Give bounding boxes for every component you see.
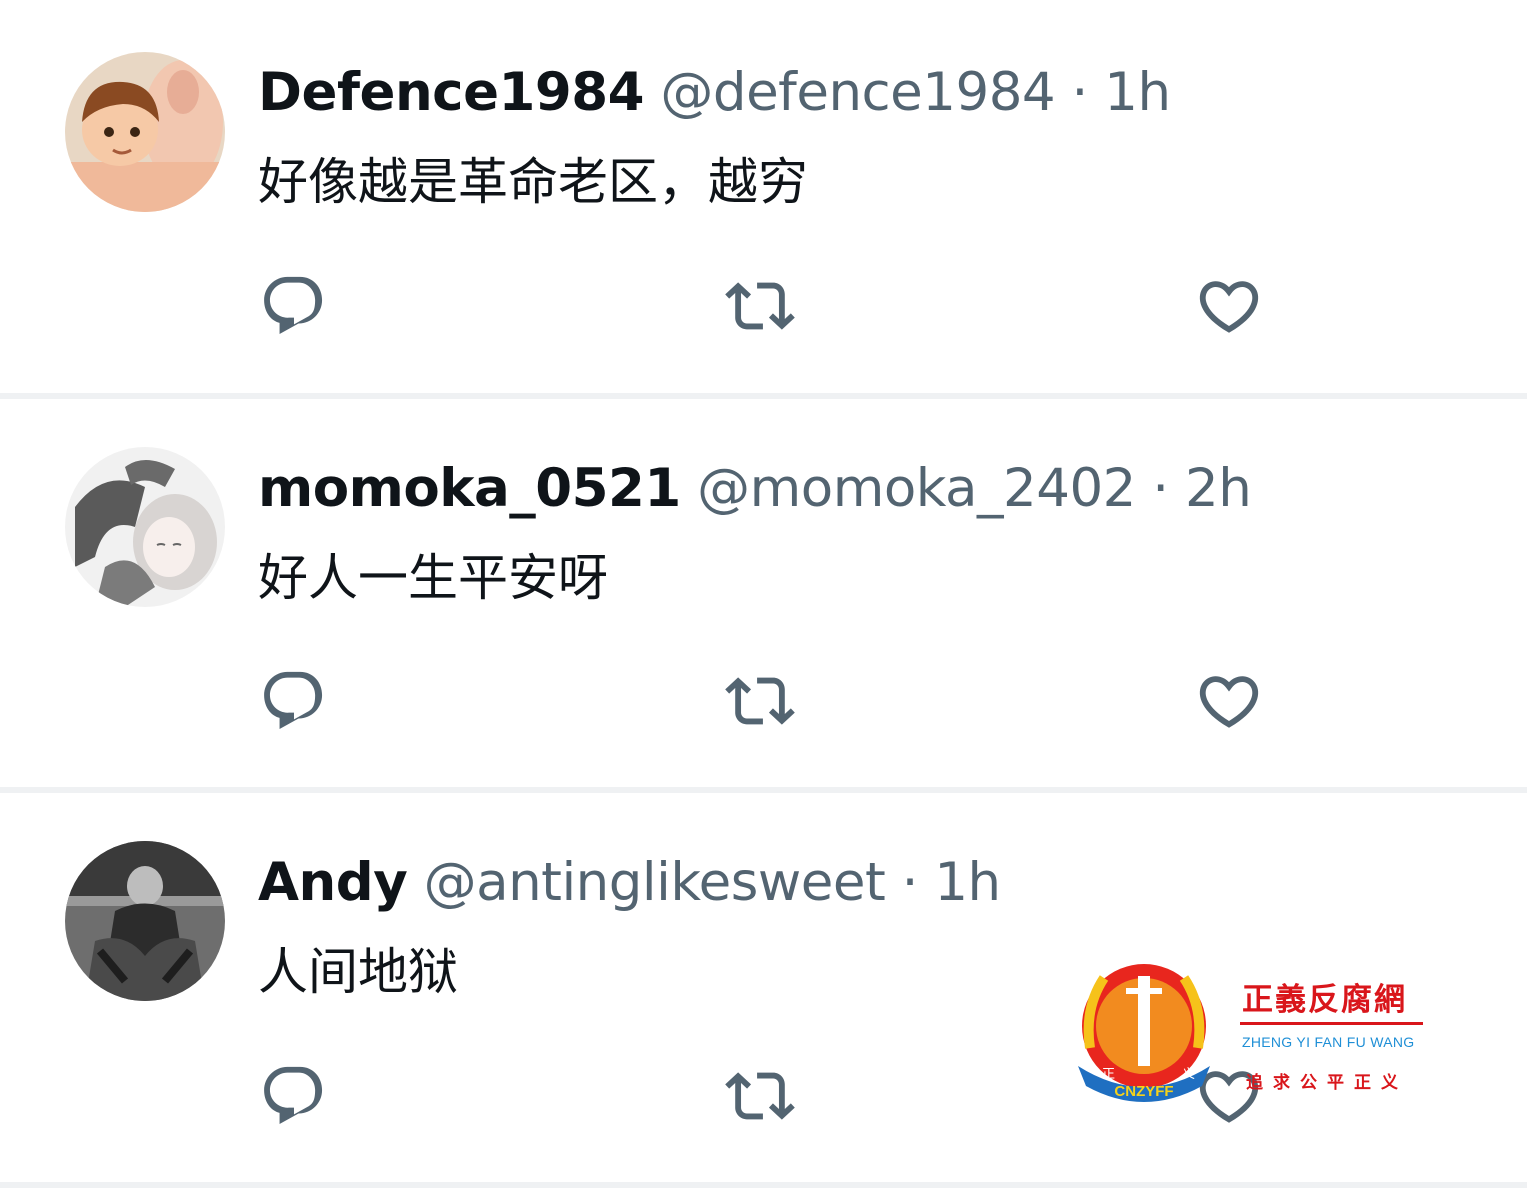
separator-dot: · <box>1152 458 1169 519</box>
reply-divider <box>0 1182 1527 1188</box>
badge-left-char: 正 <box>1102 1067 1115 1082</box>
reply-text: 好人一生平安呀 <box>258 549 608 607</box>
user-handle[interactable]: @antinglikesweet <box>424 852 886 913</box>
timestamp[interactable]: 2h <box>1185 458 1252 519</box>
display-name[interactable]: Defence1984 <box>258 62 645 123</box>
user-handle[interactable]: @momoka_2402 <box>697 458 1136 519</box>
reply-text: 人间地狱 <box>258 943 458 1001</box>
reply-header: Andy @antinglikesweet · 1h <box>258 853 1001 913</box>
retweet-icon <box>725 677 795 725</box>
timestamp[interactable]: 1h <box>1104 62 1171 123</box>
reply-icon <box>264 276 323 335</box>
avatar[interactable] <box>65 52 225 212</box>
like-button[interactable] <box>1191 663 1267 739</box>
separator-dot: · <box>1071 62 1089 123</box>
separator-dot: · <box>901 852 919 913</box>
retweet-button[interactable] <box>722 663 798 739</box>
like-icon <box>1199 676 1259 728</box>
reply-icon <box>264 1066 323 1125</box>
user-handle[interactable]: @defence1984 <box>660 62 1055 123</box>
display-name[interactable]: momoka_0521 <box>258 458 681 519</box>
reply-text: 好像越是革命老区，越穷 <box>258 153 808 211</box>
like-button[interactable] <box>1191 268 1267 344</box>
display-name[interactable]: Andy <box>258 852 408 913</box>
badge-right-char: 义 <box>1182 1067 1195 1082</box>
logo-rule <box>1240 1022 1423 1025</box>
reply-button[interactable] <box>256 663 332 739</box>
like-icon <box>1199 281 1259 333</box>
retweet-icon <box>725 282 795 330</box>
retweet-button[interactable] <box>722 1058 798 1134</box>
logo-title-cn: 正義反腐網 <box>1242 982 1407 1018</box>
retweet-button[interactable] <box>722 268 798 344</box>
retweet-icon <box>725 1072 795 1120</box>
emblem-icon: CNZYFF 正 义 <box>1078 964 1210 1102</box>
badge-text: CNZYFF <box>1114 1083 1173 1100</box>
timestamp[interactable]: 1h <box>934 852 1001 913</box>
reply-header: Defence1984 @defence1984 · 1h <box>258 63 1171 123</box>
reply-item[interactable]: momoka_0521 @momoka_2402 · 2h 好人一生平安呀 <box>0 399 1527 787</box>
reply-header: momoka_0521 @momoka_2402 · 2h <box>258 458 1252 519</box>
logo-title-en: ZHENG YI FAN FU WANG <box>1242 1034 1415 1050</box>
avatar[interactable] <box>65 447 225 607</box>
reply-button[interactable] <box>256 268 332 344</box>
reply-button[interactable] <box>256 1058 332 1134</box>
logo-slogan: 追求公平正义 <box>1246 1073 1408 1093</box>
watermark-logo: CNZYFF 正 义 正義反腐網 ZHENG YI FAN FU WANG 追求… <box>1070 958 1430 1108</box>
avatar[interactable] <box>65 841 225 1001</box>
reply-icon <box>264 671 323 730</box>
reply-item[interactable]: Defence1984 @defence1984 · 1h 好像越是革命老区，越… <box>0 0 1527 393</box>
